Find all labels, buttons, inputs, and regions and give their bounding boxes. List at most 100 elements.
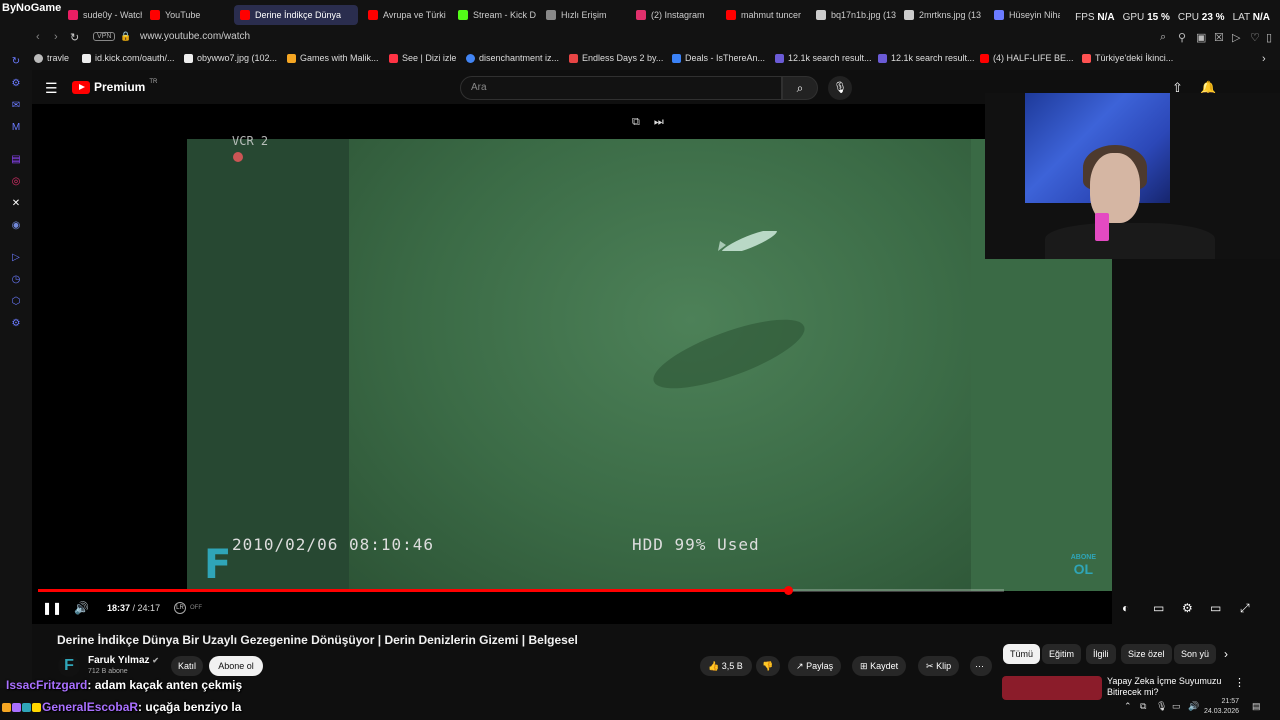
bookmark-item[interactable]: Endless Days 2 by... — [569, 53, 663, 63]
channel-name[interactable]: Faruk Yılmaz ✔ — [88, 655, 159, 666]
recommended-title[interactable]: Yapay Zeka İçme Suyumuzu Bitirecek mi? — [1107, 676, 1227, 698]
messenger-icon[interactable]: ✉ — [10, 100, 22, 112]
bookmark-item[interactable]: id.kick.com/oauth/... — [82, 53, 175, 63]
chip-for-you[interactable]: Size özel — [1121, 644, 1172, 664]
loop-toggle[interactable]: LR — [174, 602, 186, 614]
x-icon[interactable]: ✕ — [10, 198, 22, 210]
bookmark-item[interactable]: See | Dizi izle — [389, 53, 456, 63]
lock-icon[interactable]: 🔒 — [120, 31, 131, 42]
more-bookmarks-icon[interactable]: › — [1262, 53, 1266, 65]
volume-icon[interactable]: 🔊 — [74, 601, 89, 615]
vpn-badge[interactable]: VPN — [93, 32, 116, 41]
sidebar-toggle-icon[interactable]: ▯ — [1266, 31, 1272, 44]
m-app-icon[interactable]: M — [10, 122, 22, 134]
subscribe-watermark[interactable]: ABONE OL — [1071, 554, 1096, 576]
pin-icon[interactable]: ⚲ — [1178, 31, 1186, 44]
cube-icon[interactable]: ⬡ — [10, 296, 22, 308]
theater-mode-icon[interactable]: ▭ — [1210, 601, 1221, 615]
back-icon[interactable]: ‹ — [36, 31, 40, 43]
browser-tab[interactable]: Stream - Kick D — [452, 5, 536, 25]
browser-tab[interactable]: 2mrtkns.jpg (13 — [898, 5, 984, 25]
heart-icon[interactable]: ♡ — [1250, 31, 1260, 44]
video-frame — [187, 139, 1112, 591]
bookmark-item[interactable]: (4) HALF-LIFE BE... — [980, 53, 1074, 63]
tray-app-icon[interactable]: ⧉ — [1140, 701, 1146, 712]
autoplay-toggle-icon[interactable]: ◐ — [1122, 601, 1129, 615]
save-button[interactable]: ⊞ Kaydet — [852, 656, 907, 676]
more-actions-button[interactable]: ⋯ — [970, 656, 992, 676]
hamburger-menu-icon[interactable]: ☰ — [45, 80, 58, 97]
screenshot-icon[interactable]: ▣ — [1196, 31, 1206, 44]
bookmark-item[interactable]: disenchantment iz... — [466, 53, 559, 63]
bookmark-item[interactable]: travle — [34, 53, 69, 63]
browser-sidebar: ↻ ⚙ ✉ M ▤ ◎ ✕ ◉ ▷ ◷ ⬡ ⚙ — [0, 48, 32, 688]
twitch-icon[interactable]: ▤ — [10, 154, 22, 166]
join-button[interactable]: Katıl — [171, 656, 203, 676]
share-button[interactable]: ↗ Paylaş — [788, 656, 842, 676]
zoom-icon[interactable]: ⌕ — [1160, 31, 1166, 44]
video-player[interactable]: VCR 2 2010/02/06 08:10:46 HDD 99% Used F… — [32, 104, 1112, 624]
chip-education[interactable]: Eğitim — [1042, 644, 1082, 664]
tab-label: YouTube — [165, 10, 201, 20]
forward-icon[interactable]: › — [54, 31, 58, 43]
tray-volume-icon[interactable]: 🔊 — [1188, 701, 1199, 712]
instagram-icon[interactable]: ◎ — [10, 176, 22, 188]
discord-icon[interactable]: ◉ — [10, 220, 22, 232]
voice-search-button[interactable]: 🎙 — [828, 76, 852, 100]
url-field[interactable]: www.youtube.com/watch — [140, 31, 250, 42]
settings-icon[interactable]: ⚙ — [10, 318, 22, 330]
recommended-thumbnail[interactable] — [1002, 676, 1102, 700]
browser-tab-active[interactable]: Derine İndikçe Dünya — [234, 5, 358, 25]
bookmark-item[interactable]: Deals - IsThereAn... — [672, 53, 765, 63]
browser-tab[interactable]: (2) Instagram — [630, 5, 718, 25]
chip-related[interactable]: İlgili — [1086, 644, 1116, 664]
clip-button[interactable]: ✂ Klip — [918, 656, 960, 676]
subscribe-button[interactable]: Abone ol — [209, 656, 263, 676]
skip-icon[interactable]: ⏭ — [654, 116, 664, 129]
recommended-more-icon[interactable]: ⋮ — [1234, 676, 1245, 689]
like-button[interactable]: 👍 3,5 B — [700, 656, 752, 676]
play-circle-icon[interactable]: ▷ — [10, 252, 22, 264]
bookmark-item[interactable]: Games with Malik... — [287, 53, 379, 63]
miniplayer-icon[interactable]: ⧉ — [632, 116, 640, 129]
chip-all[interactable]: Tümü — [1003, 644, 1041, 664]
play-icon[interactable]: ▷ — [1232, 31, 1240, 44]
notification-center-icon[interactable]: ▤ — [1252, 701, 1261, 712]
recording-dot-icon — [233, 152, 243, 162]
browser-tab[interactable]: bq17n1b.jpg (13 — [810, 5, 896, 25]
history-icon[interactable]: ◷ — [10, 274, 22, 286]
browser-tab[interactable]: YouTube — [144, 5, 230, 25]
extensions-icon[interactable]: ⚙ — [10, 78, 22, 90]
bookmark-item[interactable]: obywwo7.jpg (102... — [184, 53, 277, 63]
chip-recent[interactable]: Son yü — [1174, 644, 1217, 664]
tray-network-icon[interactable]: ▭ — [1172, 701, 1181, 712]
system-clock[interactable]: 21:57 24.03.2026 — [1204, 697, 1239, 717]
close-square-icon[interactable]: ☒ — [1214, 31, 1224, 44]
chat-badge-icon — [2, 703, 11, 713]
chips-next-icon[interactable]: › — [1224, 647, 1228, 661]
search-input[interactable]: Ara — [460, 76, 782, 100]
subtitles-icon[interactable]: ▭ — [1153, 601, 1164, 615]
sync-icon[interactable]: ↻ — [10, 56, 22, 68]
browser-tab[interactable]: Avrupa ve Türki — [362, 5, 448, 25]
browser-tab[interactable]: Hüseyin Niha — [988, 5, 1060, 25]
pause-icon[interactable]: ❚❚ — [42, 601, 62, 615]
bookmark-item[interactable]: Türkiye'deki İkinci... — [1082, 53, 1173, 63]
dislike-button[interactable]: 👎 — [756, 656, 780, 676]
browser-tab[interactable]: mahmut tuncer — [720, 5, 806, 25]
reload-icon[interactable]: ↻ — [70, 31, 79, 44]
bookmark-item[interactable]: 12.1k search result... — [775, 53, 872, 63]
browser-tab[interactable]: Hızlı Erişim — [540, 5, 630, 25]
channel-avatar[interactable]: F — [58, 655, 80, 677]
search-button[interactable]: ⌕ — [782, 76, 818, 100]
chat-message: IssacFritzgard: adam kaçak anten çekmiş — [6, 678, 242, 692]
tray-mic-icon[interactable]: 🎙 — [1156, 701, 1167, 712]
tray-expand-icon[interactable]: ⌃ — [1124, 701, 1132, 712]
bookmark-item[interactable]: 12.1k search result... — [878, 53, 975, 63]
fullscreen-icon[interactable]: ⤢ — [1240, 601, 1250, 616]
settings-gear-icon[interactable]: ⚙ — [1182, 601, 1193, 615]
youtube-premium-logo[interactable]: Premium TR — [72, 79, 157, 94]
progress-scrubber[interactable] — [783, 586, 793, 595]
browser-tab[interactable]: sude0y - Watch — [62, 5, 142, 25]
progress-bar[interactable] — [38, 586, 1004, 595]
